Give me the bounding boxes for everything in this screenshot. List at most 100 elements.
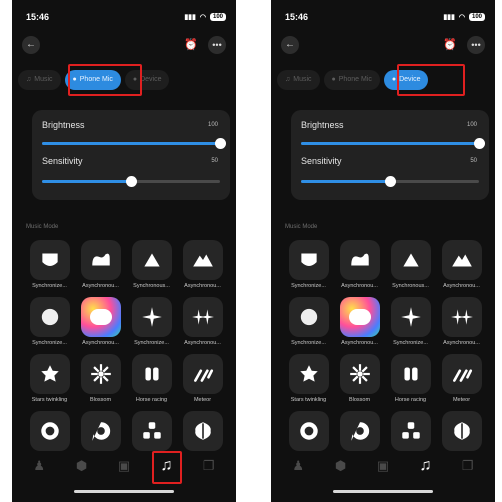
- music-mode-item[interactable]: Stars twinkling: [24, 354, 75, 405]
- nav-music[interactable]: ♫: [414, 455, 436, 477]
- nav-shield[interactable]: ⬢: [330, 455, 352, 477]
- music-mode-item[interactable]: Meteor: [177, 354, 228, 405]
- sensitivity-slider[interactable]: [301, 176, 479, 187]
- back-button[interactable]: ←: [22, 36, 40, 54]
- music-mode-tile[interactable]: [390, 411, 431, 451]
- music-mode-item[interactable]: Asynchronou...: [334, 297, 385, 348]
- music-mode-tile[interactable]: [288, 411, 329, 451]
- music-mode-tile[interactable]: [390, 240, 431, 280]
- copy-icon: ❐: [202, 458, 215, 473]
- music-mode-tile[interactable]: [288, 297, 329, 337]
- music-mode-tile[interactable]: [339, 297, 380, 337]
- music-mode-item[interactable]: Synchronize...: [24, 297, 75, 348]
- music-mode-tile[interactable]: [29, 411, 70, 451]
- music-mode-item[interactable]: Asynchronou...: [177, 240, 228, 291]
- music-mode-item[interactable]: Blossom: [334, 354, 385, 405]
- music-mode-label: Asynchronou...: [184, 340, 221, 346]
- more-button[interactable]: •••: [467, 36, 485, 54]
- music-mode-item[interactable]: Asynchronou...: [75, 240, 126, 291]
- music-mode-tile[interactable]: [441, 354, 482, 394]
- music-mode-tile[interactable]: [131, 354, 172, 394]
- brightness-slider[interactable]: [301, 138, 485, 149]
- music-mode-item[interactable]: Horse racing: [126, 354, 177, 405]
- music-mode-item[interactable]: Asynchronou...: [75, 297, 126, 348]
- music-mode-tile[interactable]: [29, 297, 70, 337]
- music-mode-label: Synchronize...: [134, 340, 169, 346]
- music-mode-tile[interactable]: [339, 411, 380, 451]
- alarm-button[interactable]: ⏰: [182, 36, 200, 54]
- music-mode-label: Blossom: [89, 397, 112, 403]
- music-mode-tile[interactable]: [339, 354, 380, 394]
- music-mode-tile[interactable]: [390, 297, 431, 337]
- music-mode-tile[interactable]: [182, 297, 223, 337]
- music-mode-tile[interactable]: [80, 354, 121, 394]
- music-mode-tile[interactable]: [288, 354, 329, 394]
- music-mode-tile[interactable]: [441, 240, 482, 280]
- music-mode-tile[interactable]: [390, 354, 431, 394]
- music-mode-tile[interactable]: [441, 297, 482, 337]
- back-arrow-icon: ←: [26, 39, 36, 50]
- music-mode-item[interactable]: Synchronize...: [283, 297, 334, 348]
- music-mode-tile[interactable]: [80, 411, 121, 451]
- brightness-slider[interactable]: [42, 138, 226, 149]
- nav-scene[interactable]: ♟: [28, 455, 50, 477]
- tab-music[interactable]: ♫ Music: [18, 70, 61, 90]
- cluster-icon: [142, 422, 161, 439]
- music-mode-tile[interactable]: [29, 354, 70, 394]
- music-mode-label: Synchronize...: [32, 283, 67, 289]
- shield-icon: ⬢: [334, 458, 347, 473]
- music-mode-label: Asynchronou...: [82, 340, 119, 346]
- alarm-button[interactable]: ⏰: [441, 36, 459, 54]
- nav-scene[interactable]: ♟: [287, 455, 309, 477]
- music-mode-item[interactable]: Asynchronou...: [436, 297, 487, 348]
- sensitivity-slider-handle[interactable]: [385, 176, 396, 187]
- music-mode-label: Meteor: [452, 397, 471, 403]
- music-mode-tile[interactable]: [29, 240, 70, 280]
- tab-music[interactable]: ♫ Music: [277, 70, 320, 90]
- nav-video[interactable]: ▣: [113, 455, 135, 477]
- nav-video[interactable]: ▣: [372, 455, 394, 477]
- music-mode-item[interactable]: Horse racing: [385, 354, 436, 405]
- music-mode-tile[interactable]: [441, 411, 482, 451]
- music-mode-label: Asynchronou...: [443, 340, 480, 346]
- back-button[interactable]: ←: [281, 36, 299, 54]
- top-bar: ← ⏰ •••: [279, 36, 487, 56]
- nav-copy[interactable]: ❐: [457, 455, 479, 477]
- music-mode-tile[interactable]: [339, 240, 380, 280]
- music-mode-tile[interactable]: [182, 240, 223, 280]
- music-mode-item[interactable]: Asynchronou...: [334, 240, 385, 291]
- music-mode-tile[interactable]: [131, 411, 172, 451]
- brightness-slider-handle[interactable]: [474, 138, 485, 149]
- sensitivity-slider-handle[interactable]: [126, 176, 137, 187]
- music-mode-item[interactable]: Blossom: [75, 354, 126, 405]
- music-mode-tile[interactable]: [288, 240, 329, 280]
- music-mode-tile[interactable]: [131, 240, 172, 280]
- brightness-slider-handle[interactable]: [215, 138, 226, 149]
- nav-shield[interactable]: ⬢: [71, 455, 93, 477]
- more-dots-icon: •••: [471, 40, 481, 50]
- tab-phone-mic[interactable]: ● Phone Mic: [323, 70, 380, 90]
- music-mode-item[interactable]: Synchronous...: [385, 240, 436, 291]
- music-mode-item[interactable]: Meteor: [436, 354, 487, 405]
- music-mode-item[interactable]: Synchronous...: [126, 240, 177, 291]
- music-mode-tile[interactable]: [182, 354, 223, 394]
- music-mode-tile[interactable]: [80, 297, 121, 337]
- nav-copy[interactable]: ❐: [198, 455, 220, 477]
- sensitivity-slider[interactable]: [42, 176, 220, 187]
- music-mode-item[interactable]: Asynchronou...: [177, 297, 228, 348]
- more-dots-icon: •••: [212, 40, 222, 50]
- music-mode-item[interactable]: Stars twinkling: [283, 354, 334, 405]
- alarm-clock-icon: ⏰: [443, 39, 457, 51]
- music-mode-tile[interactable]: [80, 240, 121, 280]
- music-mode-item[interactable]: Synchronize...: [283, 240, 334, 291]
- music-mode-item[interactable]: Synchronize...: [24, 240, 75, 291]
- more-button[interactable]: •••: [208, 36, 226, 54]
- sparkle-icon: [141, 307, 162, 327]
- music-mode-item[interactable]: Synchronize...: [126, 297, 177, 348]
- status-time: 15:46: [285, 12, 309, 22]
- music-mode-item[interactable]: Asynchronou...: [436, 240, 487, 291]
- music-mode-tile[interactable]: [182, 411, 223, 451]
- blossom-icon: [349, 364, 370, 384]
- music-mode-tile[interactable]: [131, 297, 172, 337]
- music-mode-item[interactable]: Synchronize...: [385, 297, 436, 348]
